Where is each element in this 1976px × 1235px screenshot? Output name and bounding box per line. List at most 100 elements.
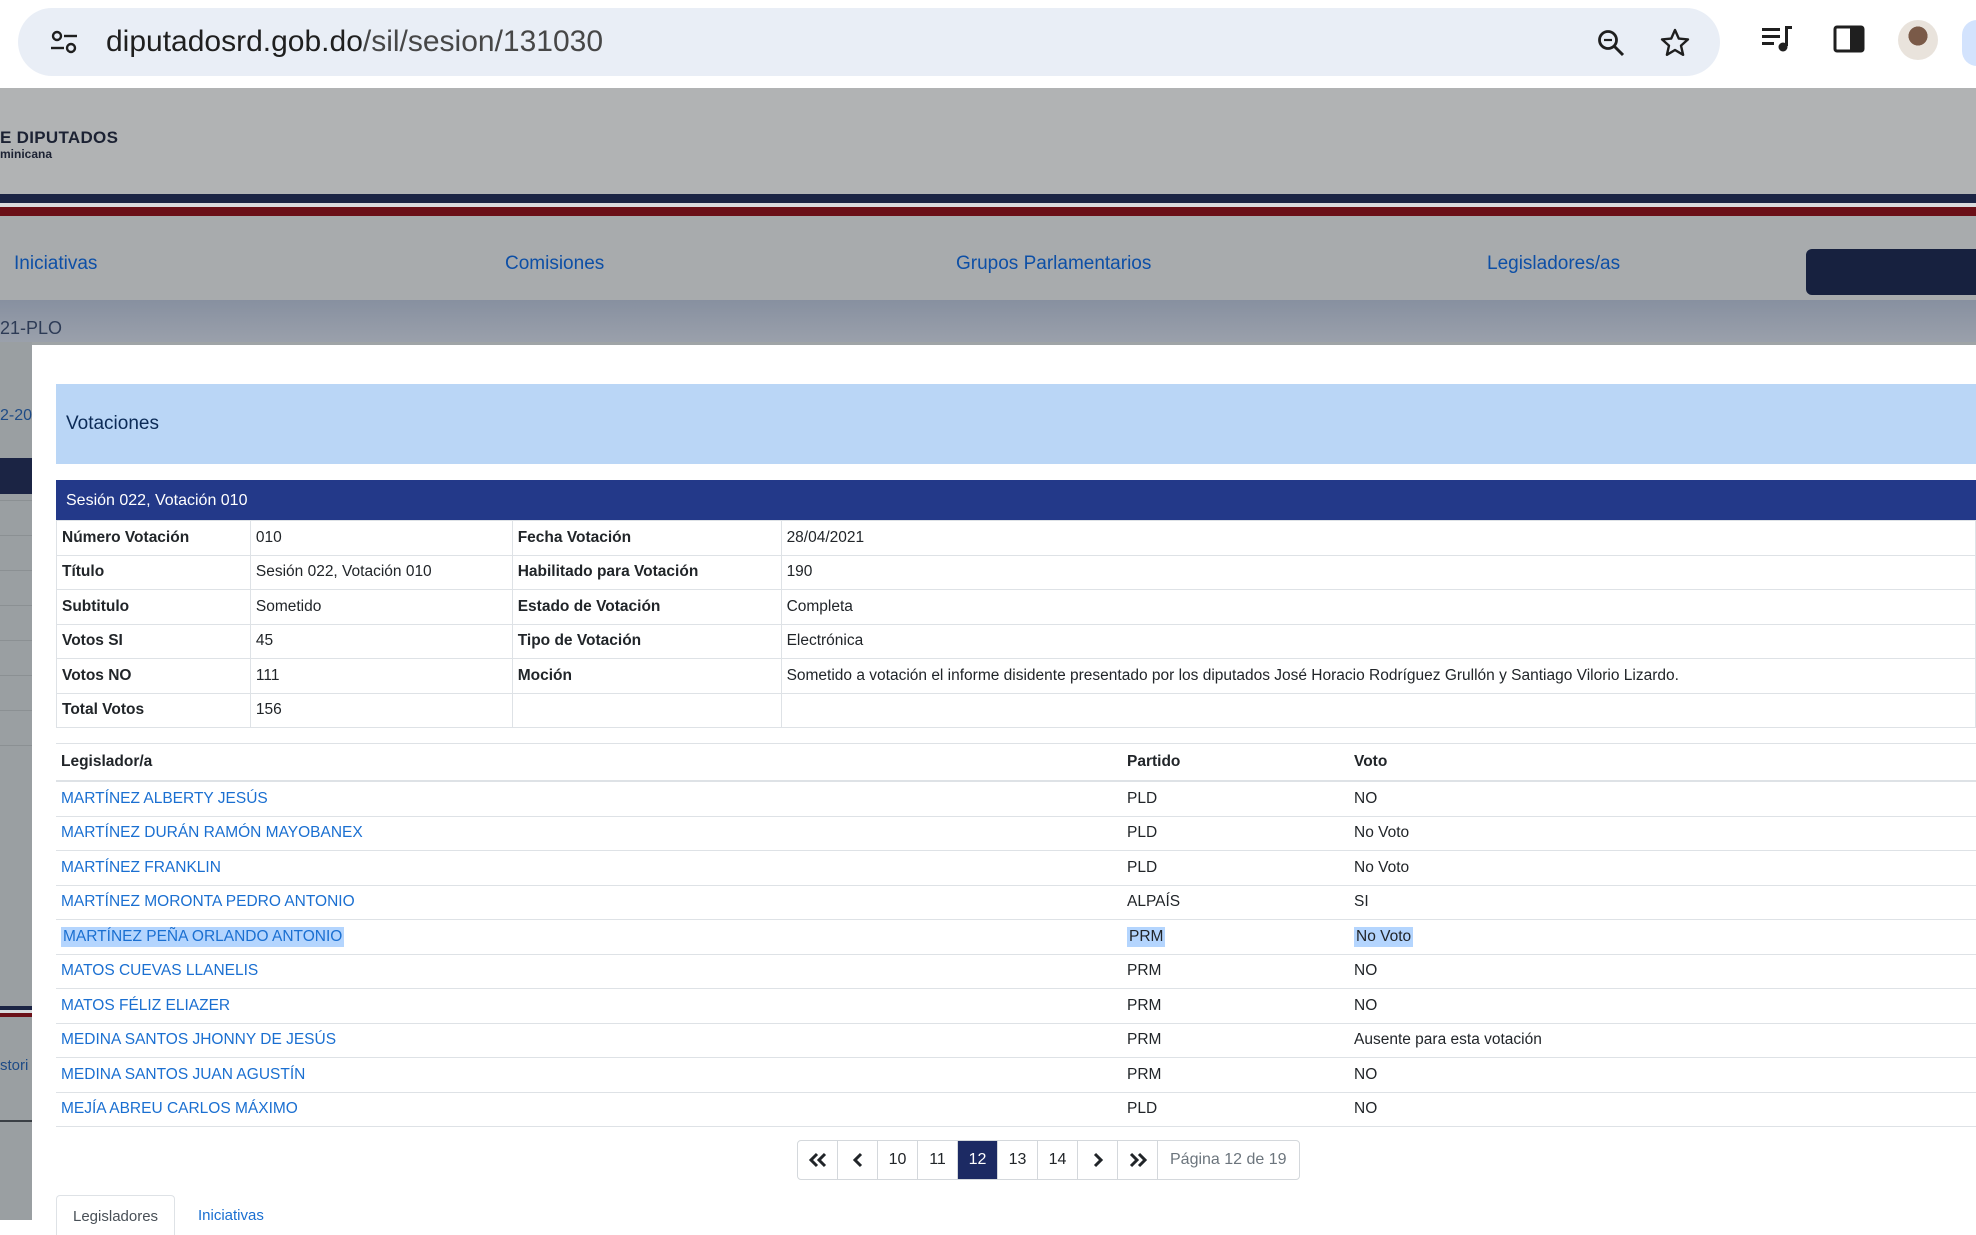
background-divider (0, 710, 32, 711)
url-host: diputadosrd.gob.do (106, 25, 363, 58)
vote-cell: NO (1354, 789, 1378, 807)
background-divider (0, 745, 32, 746)
page-info: Página 12 de 19 (1170, 1151, 1287, 1168)
page-button-10[interactable]: 10 (878, 1141, 918, 1179)
info-label: Título (56, 554, 251, 590)
legislator-link[interactable]: MARTÍNEZ ALBERTY JESÚS (61, 790, 268, 808)
double-chevron-left-icon (808, 1152, 826, 1168)
site-info-icon[interactable] (50, 30, 78, 54)
nav-grupos-parlamentarios[interactable]: Grupos Parlamentarios (956, 253, 1151, 275)
vote-cell: NO (1354, 1100, 1378, 1118)
vote-cell: No Voto (1354, 824, 1410, 842)
url-text[interactable]: diputadosrd.gob.do/sil/sesion/131030 (106, 25, 603, 59)
nav-highlight-button[interactable]: S (1806, 249, 1976, 295)
vote-cell: NO (1354, 1065, 1378, 1083)
vote-cell: No Voto (1354, 858, 1410, 876)
party-cell: ALPAÍS (1127, 893, 1181, 911)
background-fragment-link: stori (0, 1057, 29, 1074)
legislator-link[interactable]: MEDINA SANTOS JUAN AGUSTÍN (61, 1066, 305, 1084)
next-page-button[interactable] (1078, 1141, 1118, 1179)
legislator-link[interactable]: MEDINA SANTOS JHONNY DE JESÚS (61, 1031, 336, 1049)
vote-cell: SI (1354, 893, 1369, 911)
address-bar[interactable]: diputadosrd.gob.do/sil/sesion/131030 (18, 8, 1720, 76)
page-button-14[interactable]: 14 (1038, 1141, 1078, 1179)
info-label: Fecha Votación (511, 520, 782, 556)
info-value: 28/04/2021 (780, 520, 1976, 556)
info-value: Sometido (249, 589, 513, 625)
legislator-link[interactable]: MATOS CUEVAS LLANELIS (61, 962, 258, 980)
info-label: Estado de Votación (511, 589, 782, 625)
info-value: 111 (249, 658, 513, 694)
background-divider (0, 675, 32, 676)
vote-info-row: Total Votos 156 (56, 692, 1976, 728)
bookmark-star-icon[interactable] (1660, 28, 1690, 58)
votaciones-modal: Votaciones Sesión 022, Votación 010 Núme… (32, 345, 1976, 1235)
table-row: MEDINA SANTOS JHONNY DE JESÚS PRM Ausente … (56, 1024, 1976, 1058)
background-fragment-title: 21-PLO (0, 318, 63, 338)
nav-legisladores[interactable]: Legisladores/as (1487, 253, 1620, 275)
session-header-title: Sesión 022, Votación 010 (66, 492, 248, 509)
page-button-13[interactable]: 13 (998, 1141, 1038, 1179)
legislator-link[interactable]: MARTÍNEZ PEÑA ORLANDO ANTONIO (61, 926, 345, 947)
table-row: MARTÍNEZ ALBERTY JESÚS PLD NO (56, 782, 1976, 817)
info-label: Moción (511, 658, 782, 694)
party-cell: PRM (1127, 1031, 1162, 1049)
column-header-party: Partido (1127, 753, 1181, 770)
legislator-link[interactable]: MARTÍNEZ MORONTA PEDRO ANTONIO (61, 893, 355, 911)
info-label: Número Votación (56, 520, 251, 556)
background-divider (0, 535, 32, 536)
side-panel-icon[interactable] (1832, 22, 1866, 56)
browser-toolbar: diputadosrd.gob.do/sil/sesion/131030 (0, 0, 1976, 88)
vote-info-row: Votos NO 111 Moción Sometido a votación el … (56, 658, 1976, 694)
info-label: Total Votos (56, 692, 251, 728)
info-value: Sometido a votación el informe disidente… (780, 658, 1976, 694)
page-button-12-current[interactable]: 12 (958, 1141, 998, 1179)
vote-cell: NO (1354, 996, 1378, 1014)
last-page-button[interactable] (1118, 1141, 1158, 1179)
legislator-link[interactable]: MARTÍNEZ FRANKLIN (61, 859, 221, 877)
info-value: Sesión 022, Votación 010 (249, 554, 513, 590)
party-cell: PRM (1127, 1065, 1162, 1083)
page-button-11[interactable]: 11 (918, 1141, 958, 1179)
column-header-vote: Voto (1354, 753, 1388, 770)
zoom-icon[interactable] (1596, 28, 1626, 58)
info-label: Subtitulo (56, 589, 251, 625)
legislator-link[interactable]: MATOS FÉLIZ ELIAZER (61, 997, 230, 1015)
info-value: 45 (249, 623, 513, 659)
chevron-left-icon (852, 1152, 862, 1168)
info-label: Votos SI (56, 623, 251, 659)
info-label: Habilitado para Votación (511, 554, 782, 590)
nav-iniciativas[interactable]: Iniciativas (14, 253, 97, 275)
table-row: MEJÍA ABREU CARLOS MÁXIMO PLD NO (56, 1093, 1976, 1127)
tab-legisladores[interactable]: Legisladores (56, 1195, 176, 1235)
modal-header: Votaciones (56, 384, 1976, 464)
double-chevron-right-icon (1129, 1152, 1147, 1168)
vote-cell: NO (1354, 962, 1378, 980)
site-logo-subtext: minicana (0, 147, 53, 161)
background-divider (0, 500, 32, 501)
previous-page-button[interactable] (838, 1141, 878, 1179)
nav-comisiones[interactable]: Comisiones (505, 253, 604, 275)
table-row: MARTÍNEZ DURÁN RAMÓN MAYOBANEX PLD No Voto (56, 817, 1976, 851)
page-band: 21-PLO (0, 300, 1976, 342)
media-queue-icon[interactable] (1760, 22, 1794, 56)
background-left-block (0, 458, 32, 494)
background-divider (0, 570, 32, 571)
party-cell: PLD (1127, 1100, 1158, 1118)
legislator-link[interactable]: MARTÍNEZ DURÁN RAMÓN MAYOBANEX (61, 824, 363, 842)
profile-avatar[interactable] (1898, 20, 1938, 60)
legislator-link[interactable]: MEJÍA ABREU CARLOS MÁXIMO (61, 1100, 298, 1118)
header-stripe-red (0, 207, 1976, 216)
info-label: Votos NO (56, 658, 251, 694)
table-row: MATOS FÉLIZ ELIAZER PRM NO (56, 989, 1976, 1024)
first-page-button[interactable] (798, 1141, 838, 1179)
vote-info-row: Título Sesión 022, Votación 010 Habilitado… (56, 554, 1976, 590)
info-value: 190 (780, 554, 1976, 590)
party-cell: PRM (1127, 926, 1166, 947)
vote-info-row: Votos SI 45 Tipo de Votación Electrónica (56, 623, 1976, 659)
party-cell: PLD (1127, 858, 1158, 876)
votes-table-header: Legislador/a Partido Voto (56, 743, 1976, 782)
browser-menu-button[interactable] (1962, 20, 1976, 66)
vote-cell: No Voto (1354, 926, 1414, 947)
tab-iniciativas[interactable]: Iniciativas (182, 1195, 280, 1235)
